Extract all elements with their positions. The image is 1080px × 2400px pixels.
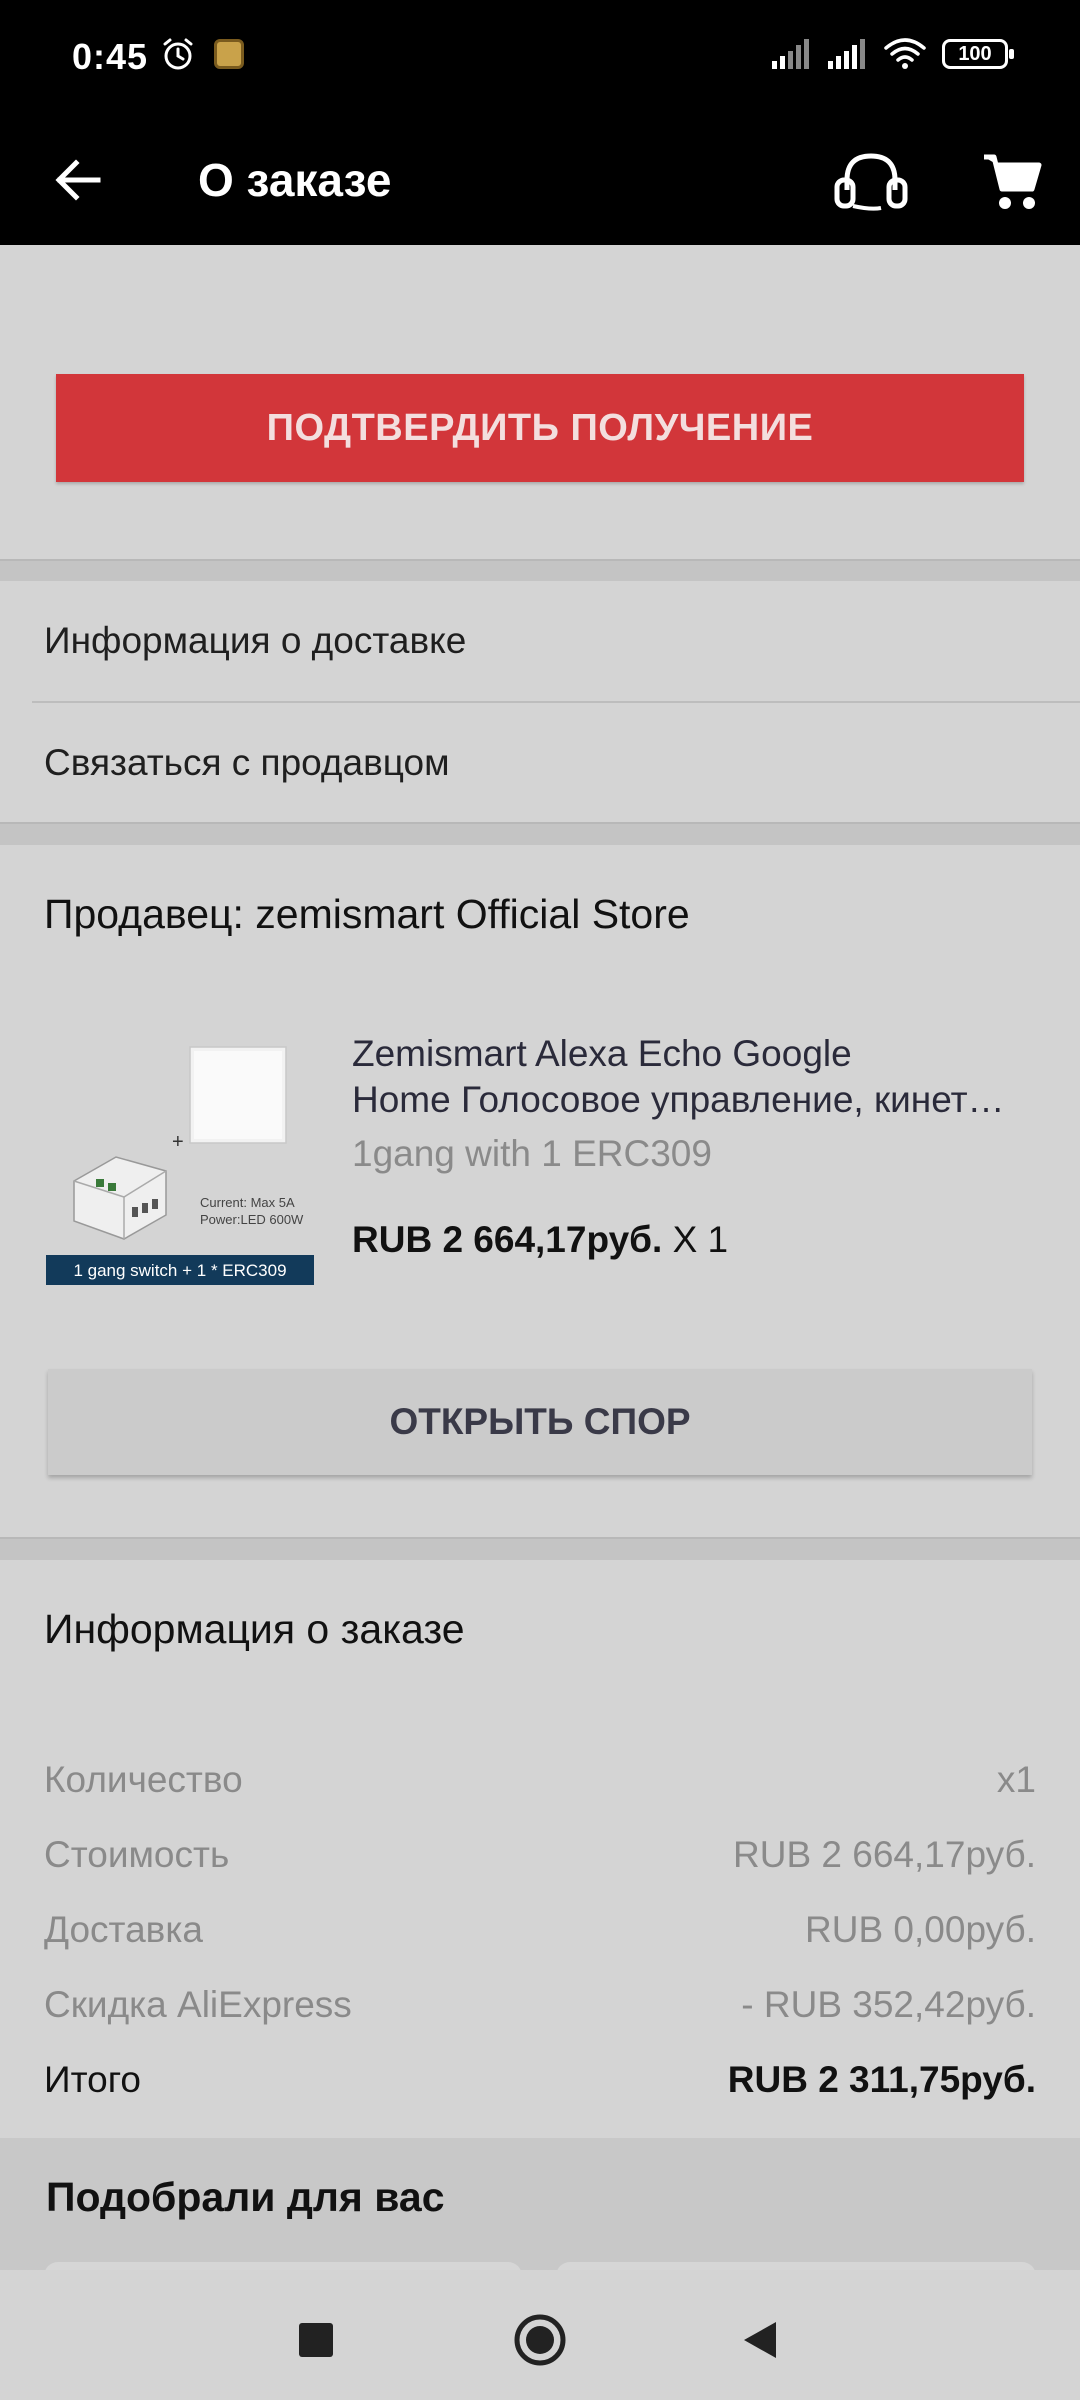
recommendations-section: Подобрали для вас [0,2138,1080,2282]
support-button[interactable] [826,140,916,224]
contact-seller-link[interactable]: Связаться с продавцом [0,703,1080,823]
alarm-icon [163,38,193,70]
product-title[interactable]: Zemismart Alexa Echo Google Home Голосов… [352,1031,1042,1123]
system-nav-bar [0,2270,1080,2400]
order-info-title: Информация о заказе [44,1606,465,1652]
order-row-label: Стоимость [44,1834,230,1875]
recents-square-icon [299,2323,333,2357]
order-row-label: Скидка AliExpress [44,1984,352,2025]
product-quantity: X 1 [672,1219,729,1260]
order-row-label: Количество [44,1759,243,1800]
order-row-value: x1 [996,1759,1036,1800]
headset-icon [834,153,908,211]
image-plus-text: + [172,1131,184,1153]
order-info-section: Информация о заказе Количество x1 Стоимо… [0,1560,1080,2138]
product-price-line: RUB 2 664,17руб. X 1 [352,1219,728,1261]
section-divider [0,1539,1080,1560]
system-back-button[interactable] [720,2300,800,2380]
order-row-quantity: Количество x1 [44,1752,1036,1808]
back-arrow-icon [55,159,101,201]
order-row-shipping: Доставка RUB 0,00руб. [44,1902,1036,1958]
battery-icon: 100 [942,39,1014,69]
product-image[interactable]: + Current: Max 5A Power:LED 600W 1 gang … [44,1031,316,1303]
cart-button[interactable] [970,140,1054,224]
image-spec-power: Power:LED 600W [200,1212,304,1227]
seller-name[interactable]: Продавец: zemismart Official Store [44,891,690,938]
product-price: RUB 2 664,17руб. [352,1219,663,1260]
status-bar: 0:45 100 [0,0,1080,118]
status-left-icons [160,36,244,72]
order-row-cost: Стоимость RUB 2 664,17руб. [44,1827,1036,1883]
order-row-label: Доставка [44,1909,203,1950]
order-row-value: RUB 2 311,75руб. [727,2059,1036,2100]
order-row-discount: Скидка AliExpress - RUB 352,42руб. [44,1977,1036,2033]
section-divider [0,561,1080,581]
wifi-icon [884,38,926,69]
order-row-value: - RUB 352,42руб. [741,1984,1036,2025]
order-row-total: Итого RUB 2 311,75руб. [44,2052,1036,2108]
order-links-section: Информация о доставке Связаться с продав… [0,581,1080,824]
delivery-info-link[interactable]: Информация о доставке [0,581,1080,701]
order-row-value: RUB 2 664,17руб. [733,1834,1036,1875]
back-button[interactable] [46,148,110,212]
back-triangle-icon [744,2322,776,2358]
section-divider [0,824,1080,845]
product-title-line-1: Zemismart Alexa Echo Google [352,1033,852,1074]
recommendations-title: Подобрали для вас [46,2174,445,2220]
signal-icon [828,39,865,69]
order-row-label: Итого [44,2059,141,2100]
home-button[interactable] [500,2300,580,2380]
signal-icon [772,39,809,69]
confirm-receipt-button[interactable]: ПОДТВЕРДИТЬ ПОЛУЧЕНИЕ [56,374,1024,482]
app-notification-icon [214,39,244,69]
order-row-value: RUB 0,00руб. [805,1909,1036,1950]
status-time: 0:45 [72,36,149,77]
seller-section: Продавец: zemismart Official Store + Cur… [0,845,1080,1539]
product-title-line-2: Home Голосовое управление, кинет… [352,1079,1005,1120]
home-circle-icon [514,2314,566,2366]
cart-icon [984,154,1042,209]
product-variant: 1gang with 1 ERC309 [352,1133,712,1174]
recents-button[interactable] [276,2300,356,2380]
open-dispute-button[interactable]: ОТКРЫТЬ СПОР [48,1369,1032,1475]
app-bar: О заказе [0,118,1080,245]
confirm-section: ПОДТВЕРДИТЬ ПОЛУЧЕНИЕ [0,245,1080,561]
image-caption: 1 gang switch + 1 * ERC309 [73,1261,286,1280]
image-spec-current: Current: Max 5A [200,1195,295,1210]
status-right-icons: 100 [772,38,1014,70]
page-title: О заказе [198,154,392,206]
